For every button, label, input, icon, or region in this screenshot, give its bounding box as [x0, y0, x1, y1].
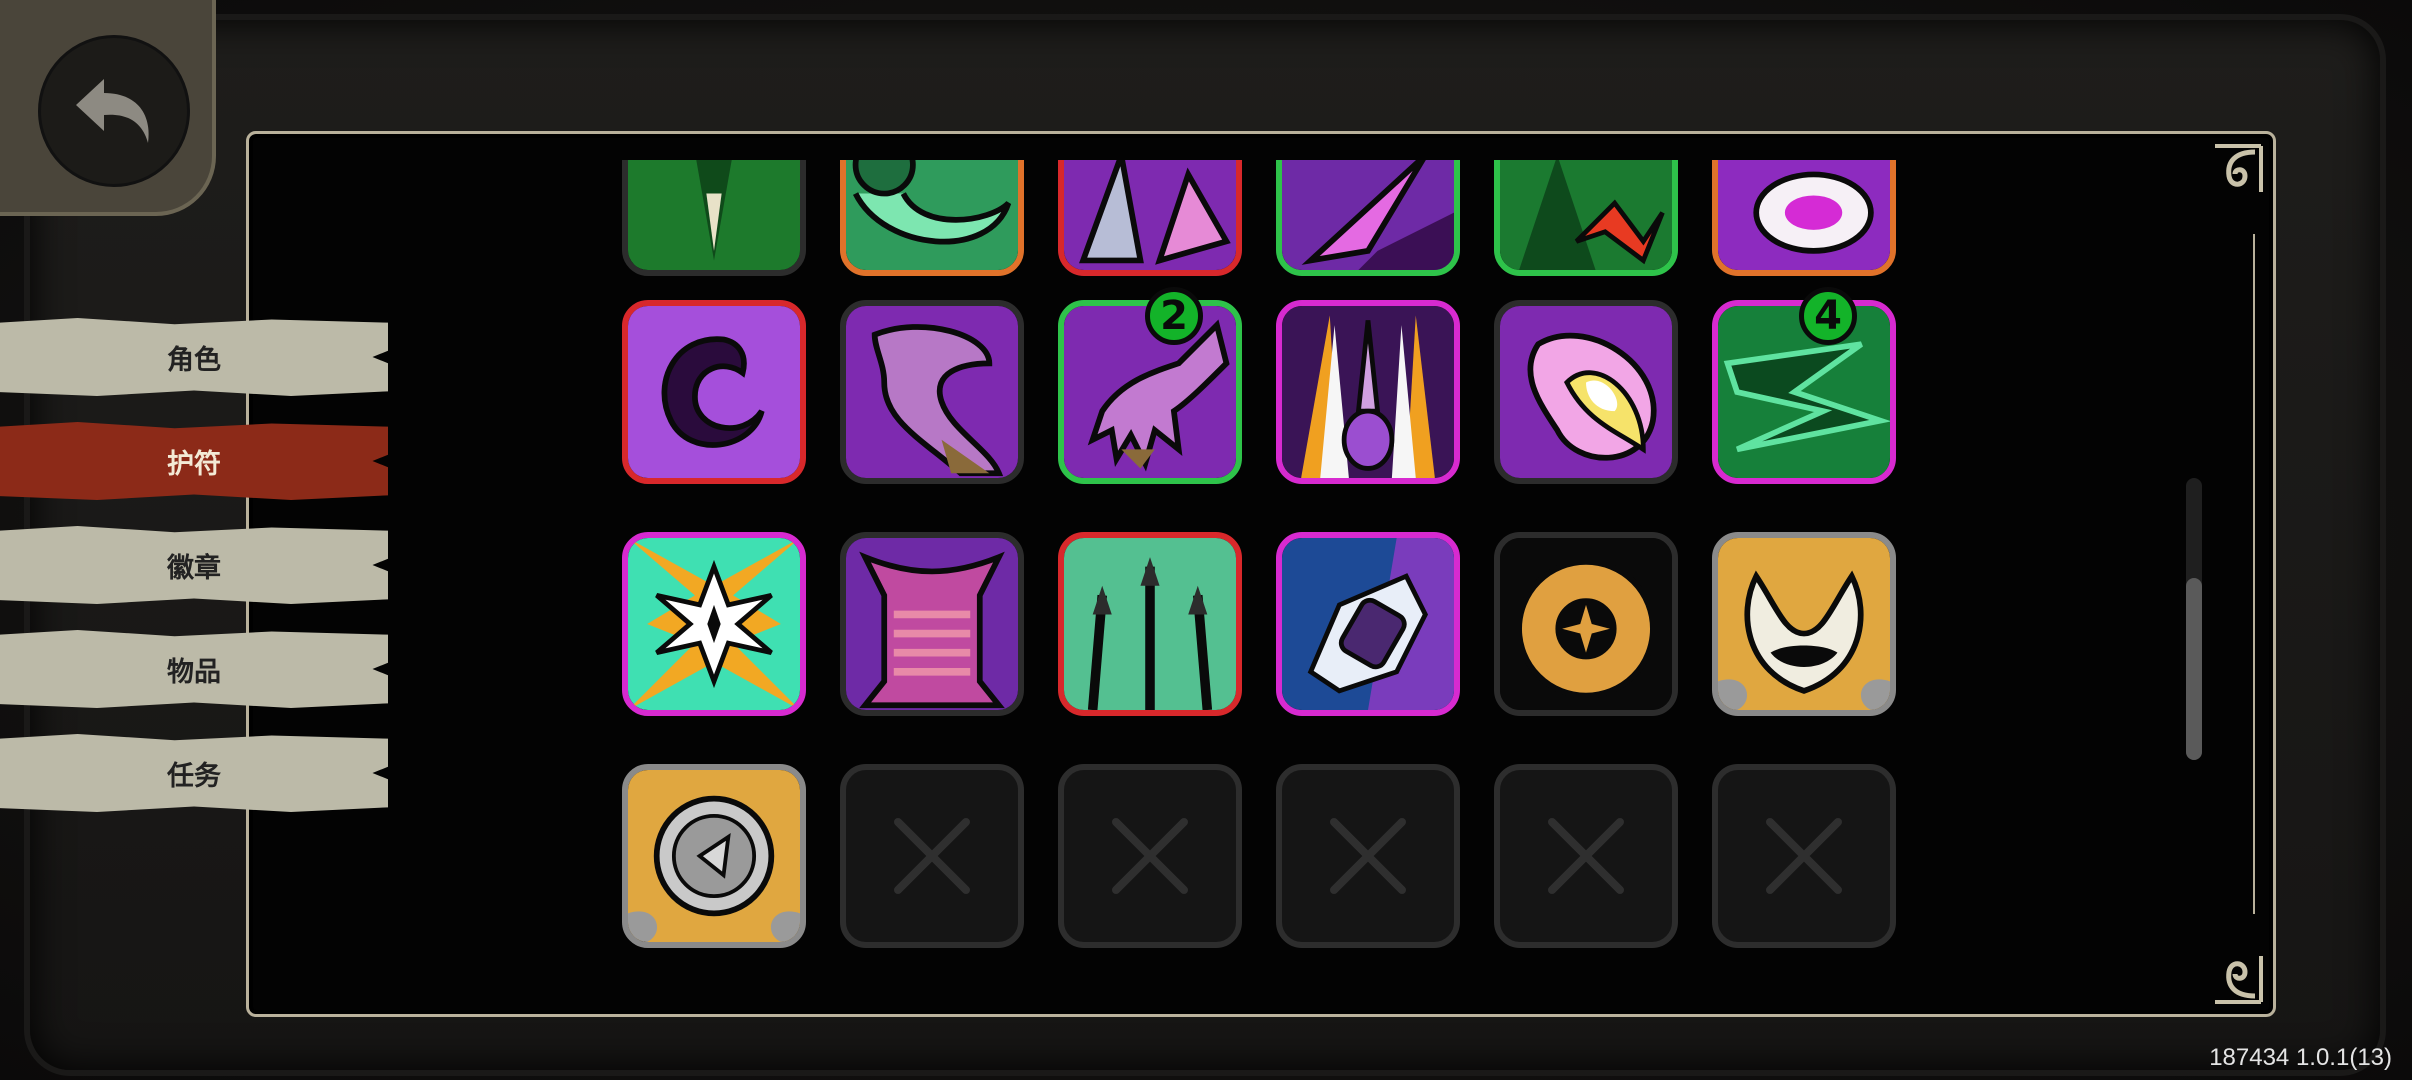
charm-slot[interactable] [1058, 532, 1242, 716]
charm-slot[interactable] [1494, 160, 1678, 276]
charm-slot[interactable] [1712, 532, 1896, 716]
charm-slot[interactable] [1712, 160, 1896, 276]
empty-slot[interactable] [1494, 764, 1678, 948]
scrollbar-thumb[interactable] [2186, 578, 2202, 760]
triple-spear-icon [1064, 538, 1236, 710]
dark-moon-icon [628, 306, 800, 478]
charm-slot[interactable] [1276, 160, 1460, 276]
back-arrow-icon [38, 35, 190, 187]
charm-slot[interactable] [1276, 300, 1460, 484]
green-blade-icon [628, 160, 800, 270]
charm-grid: 2 4 [622, 160, 1902, 960]
charm-slot[interactable] [622, 764, 806, 948]
charm-slot[interactable] [1494, 300, 1678, 484]
charm-slot[interactable] [622, 160, 806, 276]
empty-slot[interactable] [1058, 764, 1242, 948]
back-button[interactable] [0, 0, 216, 216]
charm-slot[interactable] [840, 160, 1024, 276]
spear-totem-icon [1282, 306, 1454, 478]
tab-character[interactable]: 角色 [0, 318, 388, 396]
tab-items[interactable]: 物品 [0, 630, 388, 708]
charm-slot[interactable] [840, 532, 1024, 716]
empty-slot-icon [894, 818, 970, 894]
empty-slot[interactable] [840, 764, 1024, 948]
count-badge: 4 [1799, 287, 1857, 345]
empty-slot-icon [1112, 818, 1188, 894]
empty-slot[interactable] [1276, 764, 1460, 948]
count-badge: 2 [1145, 287, 1203, 345]
pink-flame-icon [1500, 306, 1672, 478]
charm-slot[interactable] [622, 532, 806, 716]
empty-slot-icon [1330, 818, 1406, 894]
severed-arm-icon [846, 306, 1018, 478]
empty-slot-icon [1548, 818, 1624, 894]
empty-slot-icon [1766, 818, 1842, 894]
panel-side-rule [2253, 234, 2255, 914]
purple-crystal-icon [1282, 160, 1454, 270]
green-swirl-icon [846, 160, 1018, 270]
star-burst-icon [628, 538, 800, 710]
charm-slot[interactable] [1494, 532, 1678, 716]
empty-slot[interactable] [1712, 764, 1896, 948]
charm-slot[interactable] [840, 300, 1024, 484]
thunder-gem-icon [1282, 538, 1454, 710]
purple-claw-icon [1064, 160, 1236, 270]
charm-slot[interactable] [1058, 160, 1242, 276]
flesh-pillar-icon [846, 538, 1018, 710]
golden-mask-icon [1718, 538, 1890, 710]
tab-charms[interactable]: 护符 [0, 422, 388, 500]
corner-ornament-icon [2205, 142, 2265, 202]
tab-quests[interactable]: 任务 [0, 734, 388, 812]
charm-slot[interactable] [1276, 532, 1460, 716]
version-label: 187434 1.0.1(13) [2209, 1044, 2392, 1071]
silver-coin-icon [628, 770, 800, 942]
orange-orb-icon [1500, 538, 1672, 710]
pink-eye-icon [1718, 160, 1890, 270]
corner-ornament-icon [2205, 946, 2265, 1006]
tab-badges[interactable]: 徽章 [0, 526, 388, 604]
charm-slot[interactable] [622, 300, 806, 484]
red-burst-icon [1500, 160, 1672, 270]
